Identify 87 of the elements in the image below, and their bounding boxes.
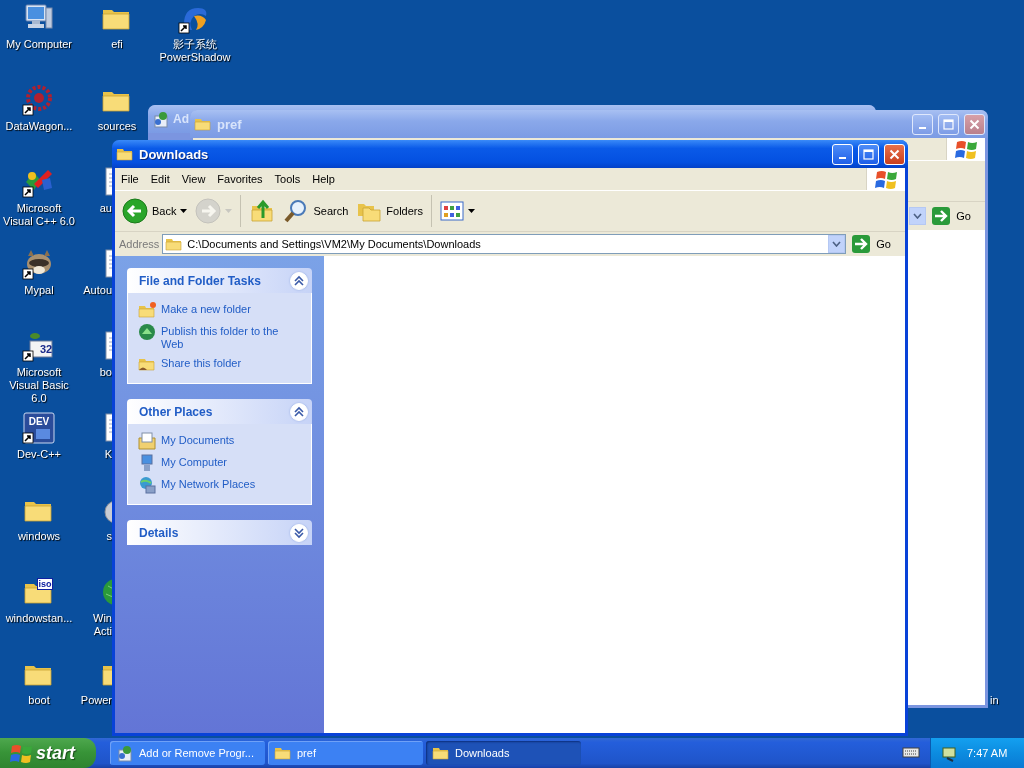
menu-item[interactable]: File [115,173,145,185]
pane-header[interactable]: Details [127,520,312,545]
folders-button[interactable]: Folders [353,195,426,227]
installer-icon [116,744,134,762]
views-icon [440,200,464,222]
clock: 7:47 AM [967,747,1008,759]
chevron-button[interactable] [290,523,308,542]
keyboard-icon[interactable] [902,745,920,759]
minimize-icon [839,156,846,159]
dropdown-button[interactable] [828,235,846,253]
desktop-icon-label[interactable]: My Computer [6,38,72,51]
installer-icon [152,110,168,128]
caret-icon [913,213,923,219]
menu-item[interactable]: View [175,173,212,185]
menu-item[interactable]: Favorites [211,173,269,185]
desktop-icon-label[interactable]: bo [78,366,112,379]
start-button[interactable]: start [0,738,96,768]
window-title: pref [217,116,243,132]
desktop-icon-label[interactable]: windowstan... [5,612,73,625]
desktop-icon-label[interactable]: s [78,530,112,543]
task-link[interactable]: Publish this folder to the Web [161,323,301,351]
desktop-icon-label[interactable]: sources [97,120,137,133]
task-link[interactable]: My Documents [161,432,235,447]
window-title: Downloads [139,146,210,162]
globe-icon [138,323,156,341]
address-label: Address [119,238,160,250]
desktop-icon-label[interactable]: 影子系统 PowerShadow [157,38,233,64]
desktop-icon-label[interactable]: Dev-C++ [17,448,61,461]
minimize-icon [919,126,926,129]
folder-icon [165,236,184,252]
desktop-icon-label[interactable]: in [990,694,999,706]
windows-logo-icon [875,168,897,190]
caret-icon [832,241,842,247]
windows-logo-icon [955,138,977,160]
folder-icon [274,745,292,761]
folder-icon [116,146,134,162]
task-link[interactable]: My Network Places [161,476,256,491]
pane-title[interactable]: File and Folder Tasks [139,273,261,288]
pane-title[interactable]: Other Places [139,404,213,419]
taskbar-button[interactable]: Add or Remove Progr... [110,741,265,765]
task-link[interactable]: Share this folder [161,355,242,370]
folder-icon [194,116,212,132]
desktop-icon-label[interactable]: Mypal [24,284,54,297]
address-field[interactable]: C:\Documents and Settings\VM2\My Documents\Downloads [162,234,847,254]
desktop-icon-label[interactable]: efi [111,38,123,51]
caret-icon [180,209,188,213]
app-icon[interactable]: DEV [22,412,56,444]
menu-item[interactable]: Help [306,173,341,185]
maximize-icon [863,148,874,160]
taskbar-button[interactable]: pref [268,741,423,765]
pane-title[interactable]: Details [139,525,179,540]
caret-icon [225,209,233,213]
desktop-icon-label[interactable]: DataWagon... [5,120,73,133]
desktop-icon-label[interactable]: Microsoft Visual C++ 6.0 [1,202,77,228]
documents-icon [138,432,156,450]
pane-header[interactable]: File and Folder Tasks [127,268,312,293]
desktop-icon-label[interactable]: boot [28,694,50,707]
back-button[interactable]: Back [119,195,191,227]
taskbar-button[interactable]: Downloads [426,741,581,765]
chevron-button[interactable] [290,271,308,290]
close-icon [969,118,980,130]
folder-icon [432,745,450,761]
windows-logo-icon [10,742,32,764]
task-link[interactable]: My Computer [161,454,228,469]
desktop-icon-label[interactable]: au [78,202,112,215]
folder-up-icon [249,198,276,224]
menu-item[interactable]: Tools [268,173,307,185]
desktop-icon-label[interactable]: Autou [78,284,112,297]
computer-icon [138,454,156,472]
network-icon[interactable] [941,744,959,762]
desktop-icon-label[interactable]: Microsoft Visual Basic 6.0 [1,366,77,405]
window-title: Ad [173,112,189,126]
maximize-icon [943,118,954,130]
caret-icon [468,209,475,213]
menu-item[interactable]: Edit [144,173,176,185]
chevron-button[interactable] [290,402,308,421]
go-button[interactable]: Go [849,234,903,254]
folder-icon [138,301,156,319]
pane-header[interactable]: Other Places [127,399,312,424]
search-button[interactable]: Search [280,195,352,227]
desktop-icon-label[interactable]: Win Acti [78,612,112,638]
desktop-icon-label[interactable]: windows [17,530,61,543]
desktop-icon-label[interactable]: K [78,448,112,461]
network-icon [138,476,156,494]
task-link[interactable]: Make a new folder [161,301,251,316]
close-icon [889,148,900,160]
desktop-icon-label[interactable]: Power [78,694,112,707]
